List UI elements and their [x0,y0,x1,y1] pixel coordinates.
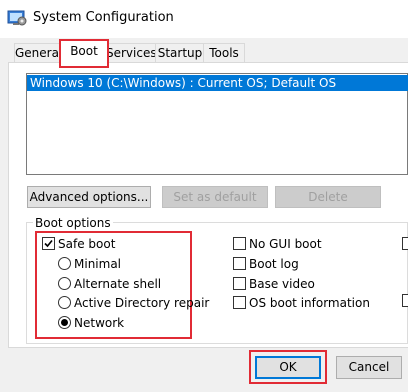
checkmark-icon [44,239,53,248]
alternate-shell-label: Alternate shell [74,277,162,291]
safe-boot-checkbox[interactable] [42,237,55,250]
advanced-options-button[interactable]: Advanced options... [27,186,151,208]
alternate-shell-radio[interactable] [58,277,71,290]
msconfig-icon [7,10,27,26]
boot-log-checkbox[interactable] [233,257,246,270]
partial-checkbox-bottom[interactable] [402,294,408,307]
base-video-checkbox[interactable] [233,277,246,290]
tab-general[interactable]: General [14,43,62,64]
partial-checkbox-top[interactable] [402,237,408,250]
tab-startup[interactable]: Startup [155,43,205,64]
active-directory-repair-label: Active Directory repair [74,296,210,310]
delete-button[interactable]: Delete [275,186,381,208]
network-label: Network [74,316,125,330]
base-video-label: Base video [249,277,315,291]
ok-button[interactable]: OK [255,356,321,379]
network-radio[interactable] [58,316,71,329]
tab-tools[interactable]: Tools [203,43,245,64]
tab-strip: General Boot Services Startup Tools [0,38,408,68]
cancel-button[interactable]: Cancel [336,356,402,379]
boot-options-label: Boot options [33,216,113,230]
safe-boot-label: Safe boot [58,237,116,251]
minimal-radio[interactable] [58,257,71,270]
os-list-item-selected[interactable]: Windows 10 (C:\Windows) : Current OS; De… [27,75,408,91]
active-directory-repair-radio[interactable] [58,296,71,309]
window-title: System Configuration [33,10,174,25]
tab-services[interactable]: Services [105,43,157,64]
boot-log-label: Boot log [249,257,299,271]
tab-boot[interactable]: Boot [59,39,109,68]
minimal-label: Minimal [74,257,122,271]
set-as-default-button[interactable]: Set as default [162,186,268,208]
os-boot-information-label: OS boot information [249,296,370,310]
no-gui-boot-label: No GUI boot [249,237,322,251]
os-boot-information-checkbox[interactable] [233,296,246,309]
no-gui-boot-checkbox[interactable] [233,237,246,250]
